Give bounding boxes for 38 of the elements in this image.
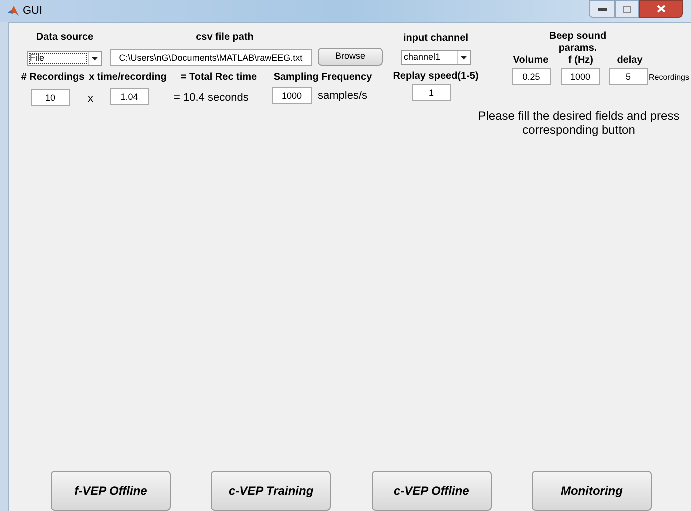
field-label: Sampling Frequency xyxy=(273,72,373,84)
static-text: x xyxy=(88,92,94,107)
field-label: f (Hz) xyxy=(568,55,594,67)
input-field[interactable]: 10 xyxy=(31,89,70,106)
field-label: Data source xyxy=(35,32,95,44)
field-label: x time/recording xyxy=(88,72,168,84)
action-button[interactable]: c-VEP Offline xyxy=(372,471,492,511)
input-field[interactable]: C:\Users\nG\Documents\MATLAB\rawEEG.txt xyxy=(110,49,312,66)
caret-icon xyxy=(457,51,470,64)
action-button[interactable]: f-VEP Offline xyxy=(51,471,171,511)
close-button[interactable] xyxy=(639,0,683,18)
instruction-message: Please fill the desired fields and press corresponding button xyxy=(477,109,681,137)
input-field[interactable]: 5 xyxy=(609,68,648,85)
field-label: input channel xyxy=(402,33,470,45)
browse-button[interactable]: Browse xyxy=(318,48,383,66)
field-label: = Total Rec time xyxy=(180,72,258,84)
minimize-button[interactable] xyxy=(589,0,615,18)
input-field[interactable]: 1 xyxy=(412,84,451,101)
field-label: Replay speed(1-5) xyxy=(392,71,480,83)
input-field[interactable]: 0.25 xyxy=(512,68,551,85)
input-field[interactable]: 1000 xyxy=(561,68,600,85)
field-label: Beep sound params. xyxy=(548,31,608,55)
field-label: delay xyxy=(616,55,644,67)
unit-text: Recordings xyxy=(649,72,690,84)
field-label: # Recordings xyxy=(20,72,86,84)
action-button[interactable]: Monitoring xyxy=(532,471,652,511)
window-title: GUI xyxy=(23,4,43,19)
static-text: samples/s xyxy=(318,89,368,104)
static-text: = 10.4 seconds xyxy=(174,91,249,106)
dropdown[interactable]: channel1 xyxy=(401,50,471,65)
field-label: Volume xyxy=(512,55,550,67)
caret-icon xyxy=(88,52,101,65)
action-button[interactable]: c-VEP Training xyxy=(211,471,332,511)
input-field[interactable]: 1000 xyxy=(272,87,312,104)
dropdown[interactable]: File xyxy=(27,51,102,66)
close-icon xyxy=(656,5,666,13)
field-label: csv file path xyxy=(195,32,255,44)
input-field[interactable]: 1.04 xyxy=(110,88,149,105)
